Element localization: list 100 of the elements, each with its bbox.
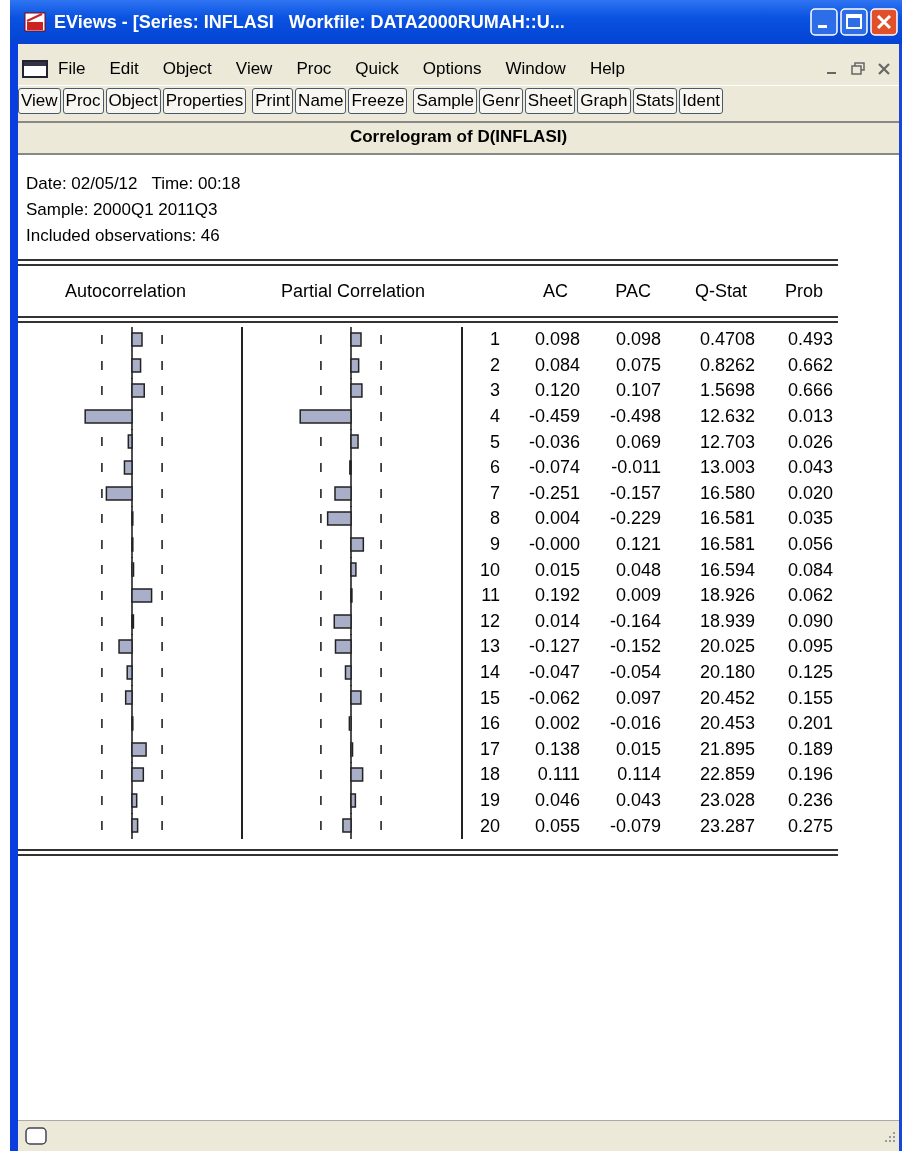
toolbar-button[interactable]: Freeze bbox=[348, 88, 408, 114]
bound-mark bbox=[320, 513, 322, 524]
bound-mark bbox=[101, 641, 103, 652]
prob-cell-text: 0.056 bbox=[786, 534, 833, 556]
prob-cell-text: 0.666 bbox=[786, 380, 833, 402]
pac-cell-text: 0.069 bbox=[614, 431, 661, 453]
prob-cell-text: 0.201 bbox=[786, 713, 833, 735]
pac-cell-text: -0.054 bbox=[608, 662, 661, 683]
toolbar-button[interactable]: Object bbox=[105, 88, 161, 114]
prob-cell-text: 0.095 bbox=[786, 636, 833, 658]
prob-cell-text: 0.020 bbox=[786, 482, 833, 504]
document-icon bbox=[22, 60, 48, 78]
bound-mark bbox=[161, 538, 163, 550]
bound-mark bbox=[161, 794, 163, 806]
ac-cell-text: 0.111 bbox=[536, 764, 580, 786]
info-text: Included observations: 46 bbox=[26, 225, 221, 247]
menu-item[interactable]: Quick bbox=[355, 59, 411, 79]
bound-mark bbox=[161, 666, 163, 678]
bound-mark bbox=[161, 590, 163, 601]
pac-cell-text: 0.043 bbox=[614, 790, 661, 811]
bound-mark bbox=[380, 769, 382, 780]
pac-cell-text: 0.015 bbox=[614, 738, 661, 760]
toolbar-button[interactable]: Stats bbox=[632, 88, 678, 114]
bound-mark bbox=[101, 487, 103, 499]
status-box-icon bbox=[24, 1126, 48, 1146]
column-header: PAC bbox=[614, 280, 652, 302]
bound-mark bbox=[320, 718, 322, 729]
bound-mark bbox=[101, 794, 103, 806]
lag-cell-text: 2 bbox=[489, 354, 500, 376]
lag-cell-text: 1 bbox=[489, 329, 500, 351]
prob-cell-text: 0.189 bbox=[786, 738, 833, 760]
bound-mark bbox=[380, 410, 382, 422]
column-header: AC bbox=[542, 280, 569, 302]
toolbar-button[interactable]: Properties bbox=[162, 88, 247, 114]
prob-cell-text: 0.275 bbox=[786, 815, 833, 837]
column-header: Q-Stat bbox=[694, 280, 748, 302]
menu-item[interactable]: Proc bbox=[296, 59, 344, 79]
menu-item[interactable]: Help bbox=[589, 59, 637, 79]
bound-mark bbox=[101, 385, 103, 396]
q-stat-cell-text: 12.632 bbox=[698, 406, 755, 428]
bound-mark bbox=[380, 385, 382, 396]
q-stat-cell-text: 18.926 bbox=[698, 585, 755, 607]
lag-cell-text: 6 bbox=[489, 457, 500, 479]
pac-cell-text: 0.009 bbox=[614, 585, 661, 607]
bound-mark bbox=[320, 436, 322, 448]
q-stat-cell-text: 18.939 bbox=[698, 610, 755, 632]
pac-cell-text: -0.229 bbox=[608, 508, 661, 530]
toolbar-button[interactable]: Print bbox=[252, 88, 294, 114]
bound-mark bbox=[380, 538, 382, 550]
toolbar-button[interactable]: Graph bbox=[577, 88, 631, 114]
bound-mark bbox=[380, 794, 382, 806]
q-stat-cell-text: 16.581 bbox=[698, 534, 755, 556]
bound-mark bbox=[161, 820, 163, 832]
toolbar-button[interactable]: Proc bbox=[62, 88, 104, 114]
close-icon[interactable] bbox=[870, 8, 898, 36]
toolbar-button[interactable]: Sheet bbox=[524, 88, 576, 114]
toolbar-button[interactable]: Ident bbox=[679, 88, 724, 114]
ac-cell-text: 0.120 bbox=[533, 380, 580, 402]
pac-cell-text: -0.152 bbox=[608, 636, 661, 658]
maximize-icon[interactable] bbox=[840, 8, 868, 36]
prob-cell-text: 0.493 bbox=[786, 329, 833, 351]
lag-cell-text: 7 bbox=[489, 482, 500, 504]
bound-mark bbox=[380, 462, 382, 473]
info-text: Date: 02/05/12 Time: 00:18 bbox=[26, 173, 242, 195]
menu-item[interactable]: View bbox=[235, 59, 285, 79]
bound-mark bbox=[101, 334, 103, 345]
bound-mark bbox=[320, 359, 322, 371]
pac-cell-text: 0.107 bbox=[614, 380, 661, 402]
toolbar-button[interactable]: Name bbox=[295, 88, 347, 114]
menu-item[interactable]: Options bbox=[422, 59, 494, 79]
menu-item[interactable]: Edit bbox=[109, 59, 151, 79]
q-stat-cell-text: 20.180 bbox=[698, 662, 755, 683]
bound-mark bbox=[380, 666, 382, 678]
lag-cell-text: 17 bbox=[478, 738, 500, 760]
bound-mark bbox=[101, 769, 103, 780]
ac-cell-text: 0.098 bbox=[533, 329, 580, 351]
pac-cell-text: -0.164 bbox=[608, 610, 661, 632]
q-stat-cell-text: 22.859 bbox=[698, 764, 755, 786]
toolbar-button[interactable]: View bbox=[18, 88, 61, 114]
minimize-icon[interactable] bbox=[810, 8, 838, 36]
q-stat-cell-text: 16.580 bbox=[698, 482, 755, 504]
lag-cell-text: 8 bbox=[489, 508, 500, 530]
toolbar-button[interactable]: Sample bbox=[413, 88, 478, 114]
column-header: Prob bbox=[783, 280, 824, 302]
lag-cell-text: 12 bbox=[478, 610, 500, 632]
toolbar-button[interactable]: Genr bbox=[479, 88, 523, 114]
bound-mark bbox=[320, 743, 322, 755]
bound-mark bbox=[101, 564, 103, 576]
menu-item[interactable]: File bbox=[58, 59, 98, 79]
menu-item[interactable]: Object bbox=[162, 59, 224, 79]
bound-mark bbox=[161, 385, 163, 396]
bound-mark bbox=[320, 462, 322, 473]
bound-mark bbox=[161, 641, 163, 652]
ac-cell-text: 0.004 bbox=[533, 508, 580, 530]
lag-cell-text: 20 bbox=[478, 815, 500, 837]
menu-item[interactable]: Window bbox=[505, 59, 578, 79]
ac-cell-text: 0.192 bbox=[533, 585, 580, 607]
pac-cell-text: -0.157 bbox=[608, 482, 661, 504]
q-stat-cell-text: 20.453 bbox=[698, 713, 755, 735]
prob-cell-text: 0.155 bbox=[786, 687, 833, 709]
